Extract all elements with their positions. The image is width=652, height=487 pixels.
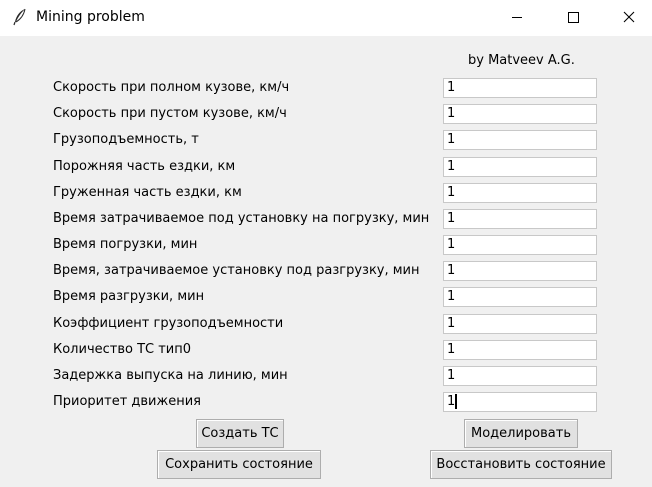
input-vehicle-count[interactable]: 1 [443, 340, 597, 360]
input-unload-setup-time[interactable]: 1 [443, 261, 597, 281]
input-unload-time-value: 1 [447, 289, 456, 304]
label-load-setup-time: Время затрачиваемое под установку на пог… [53, 211, 430, 226]
label-empty-speed: Скорость при пустом кузове, км/ч [53, 106, 287, 121]
input-full-speed[interactable]: 1 [443, 78, 597, 98]
restore-state-button[interactable]: Восстановить состояние [430, 450, 612, 479]
simulate-button[interactable]: Моделировать [464, 419, 578, 448]
input-capacity-coef-value: 1 [447, 316, 456, 331]
input-load-time[interactable]: 1 [443, 235, 597, 255]
text-caret [455, 394, 458, 409]
input-empty-speed[interactable]: 1 [443, 104, 597, 124]
save-state-button[interactable]: Сохранить состояние [157, 450, 321, 479]
input-capacity-value: 1 [447, 132, 456, 147]
window-title: Mining problem [36, 9, 145, 25]
label-empty-trip: Порожняя часть ездки, км [53, 159, 236, 174]
label-loaded-trip: Груженная часть ездки, км [53, 185, 242, 200]
input-capacity[interactable]: 1 [443, 130, 597, 150]
input-unload-setup-time-value: 1 [447, 263, 456, 278]
input-vehicle-count-value: 1 [447, 342, 456, 357]
input-priority-value: 1 [447, 394, 456, 409]
input-loaded-trip-value: 1 [447, 185, 456, 200]
input-load-setup-time-value: 1 [447, 211, 456, 226]
label-capacity-coef: Коэффициент грузоподъемности [53, 316, 284, 331]
label-release-delay: Задержка выпуска на линию, мин [53, 368, 288, 383]
label-full-speed: Скорость при полном кузове, км/ч [53, 80, 290, 95]
input-full-speed-value: 1 [447, 80, 456, 95]
input-empty-speed-value: 1 [447, 106, 456, 121]
title-bar[interactable]: Mining problem [0, 0, 652, 36]
input-release-delay[interactable]: 1 [443, 366, 597, 386]
author-label: by Matveev A.G. [468, 53, 575, 68]
label-unload-time: Время разгрузки, мин [53, 289, 205, 304]
input-release-delay-value: 1 [447, 368, 456, 383]
minimize-button[interactable] [494, 0, 540, 34]
label-vehicle-count: Количество ТС тип0 [53, 342, 192, 357]
input-empty-trip-value: 1 [447, 159, 456, 174]
label-capacity: Грузоподъемность, т [53, 132, 199, 147]
input-loaded-trip[interactable]: 1 [443, 183, 597, 203]
label-load-time: Время погрузки, мин [53, 237, 198, 252]
input-load-setup-time[interactable]: 1 [443, 209, 597, 229]
input-unload-time[interactable]: 1 [443, 287, 597, 307]
label-unload-setup-time: Время, затрачиваемое установку под разгр… [53, 263, 420, 278]
app-window: Mining problem by Matveev A.G. Скорость … [0, 0, 652, 487]
input-empty-trip[interactable]: 1 [443, 157, 597, 177]
maximize-icon [568, 12, 579, 23]
feather-icon [12, 8, 28, 26]
maximize-button[interactable] [550, 0, 596, 34]
minimize-icon [512, 17, 522, 18]
input-capacity-coef[interactable]: 1 [443, 314, 597, 334]
close-button[interactable] [606, 0, 652, 34]
label-priority: Приоритет движения [53, 394, 201, 409]
close-icon [623, 11, 635, 23]
create-vehicle-button[interactable]: Создать ТС [196, 419, 284, 448]
input-priority[interactable]: 1 [443, 392, 597, 412]
input-load-time-value: 1 [447, 237, 456, 252]
